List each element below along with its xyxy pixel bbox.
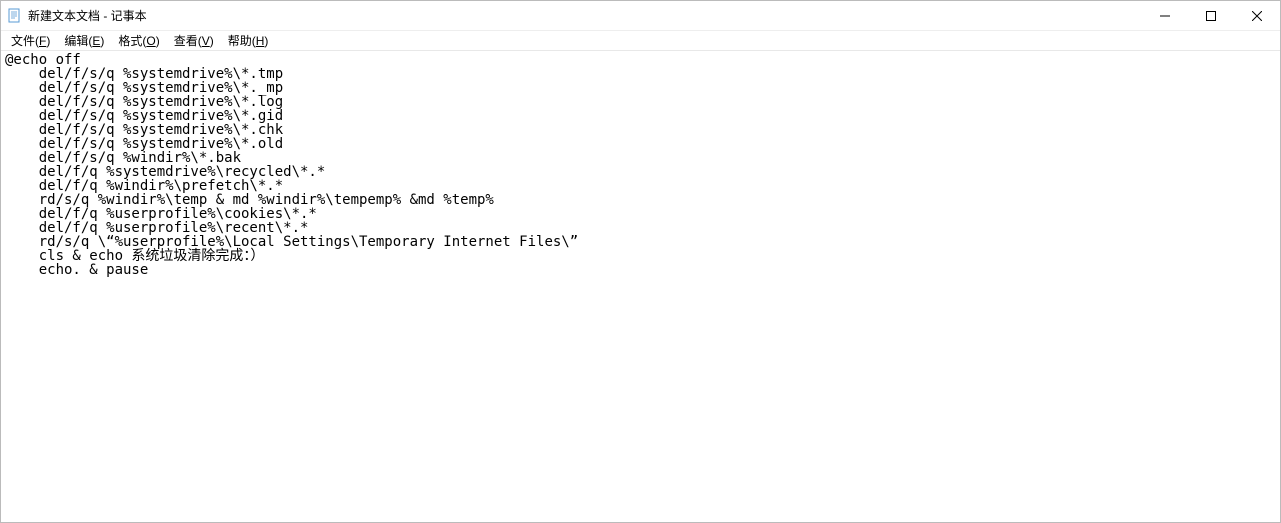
window-controls	[1142, 1, 1280, 30]
maximize-button[interactable]	[1188, 1, 1234, 31]
menu-edit[interactable]: 编辑(E)	[58, 31, 110, 50]
menu-view[interactable]: 查看(V)	[168, 31, 220, 50]
close-button[interactable]	[1234, 1, 1280, 31]
titlebar-left: 新建文本文档 - 记事本	[7, 7, 147, 24]
menu-help[interactable]: 帮助(H)	[222, 31, 275, 50]
notepad-window: 新建文本文档 - 记事本 文件(F) 编辑(E) 格式(O) 查看(V) 帮助(…	[0, 0, 1281, 523]
menu-file[interactable]: 文件(F)	[5, 31, 56, 50]
menu-format[interactable]: 格式(O)	[112, 31, 165, 50]
window-title: 新建文本文档 - 记事本	[28, 7, 147, 24]
menubar: 文件(F) 编辑(E) 格式(O) 查看(V) 帮助(H)	[1, 31, 1280, 51]
notepad-icon	[7, 8, 23, 24]
minimize-button[interactable]	[1142, 1, 1188, 31]
text-area[interactable]: @echo off del/f/s/q %systemdrive%\*.tmp …	[1, 51, 1280, 522]
titlebar[interactable]: 新建文本文档 - 记事本	[1, 1, 1280, 31]
